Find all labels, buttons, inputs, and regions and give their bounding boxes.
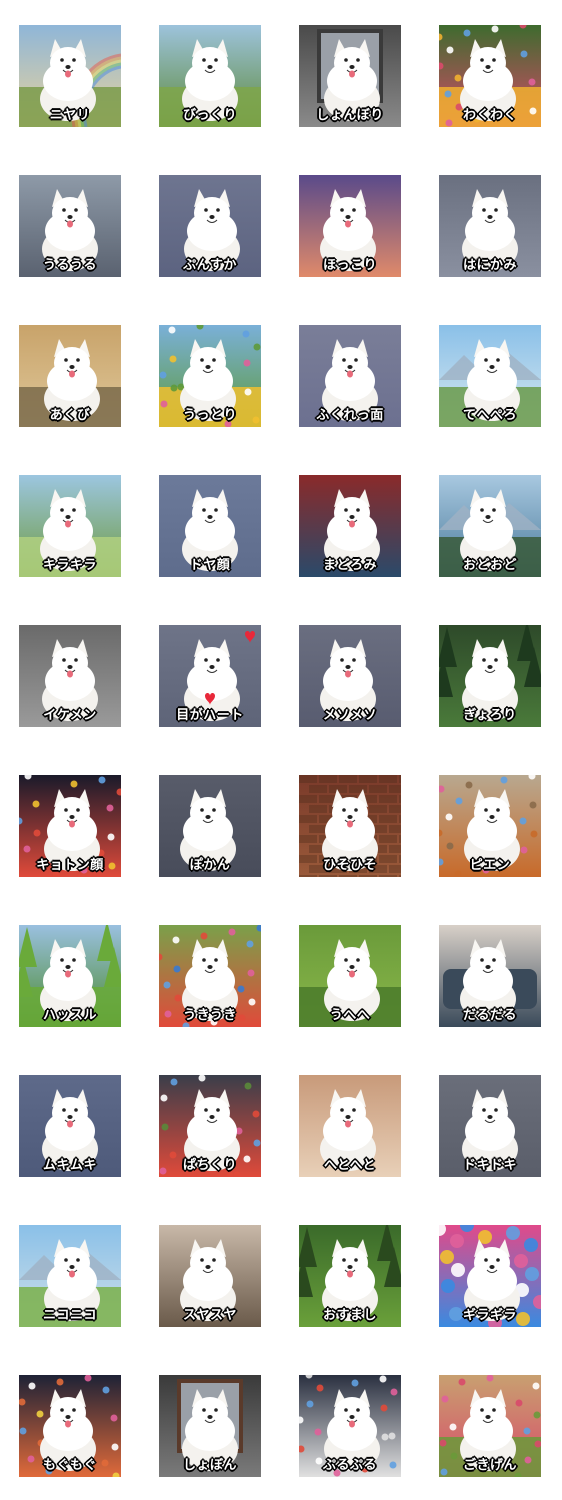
sticker-caption: わくわく [462,108,517,123]
sticker-caption: ひそひそ [322,858,377,873]
sticker-caption: ドヤ顔 [189,558,231,573]
sticker-caption: イケメン [43,708,97,723]
sticker-caption: うきうき [183,1008,237,1023]
sticker-caption: うっとり [182,408,237,423]
sticker-caption: ふくれっ面 [316,408,384,423]
sticker-tile[interactable]: もぐもぐ [19,1375,121,1477]
sticker-tile[interactable]: ほっこり [299,175,401,277]
sticker-caption: メソメソ [322,708,377,723]
sticker-tile[interactable]: ムキムキ [19,1075,121,1177]
sticker-caption: もぐもぐ [42,1458,97,1473]
sticker-caption: ピエン [469,858,511,873]
sticker-tile[interactable]: ニコニコ [19,1225,121,1327]
sticker-tile[interactable]: メソメソ [299,625,401,727]
sticker-caption: キラキラ [42,558,97,573]
sticker-caption: ニヤリ [49,108,91,123]
sticker-tile[interactable]: はにかみ [439,175,541,277]
sticker-tile[interactable]: ギラギラ [439,1225,541,1327]
sticker-caption: ぷんすか [183,258,237,273]
sticker-caption: ぽかん [189,858,231,873]
sticker-tile[interactable]: うへへ [299,925,401,1027]
sticker-caption: うるうる [42,258,97,273]
sticker-tile[interactable]: ピエン [439,775,541,877]
sticker-tile[interactable]: うっとり [159,325,261,427]
sticker-tile[interactable]: ドキドキ [439,1075,541,1177]
sticker-tile[interactable]: うきうき [159,925,261,1027]
sticker-tile[interactable]: キラキラ [19,475,121,577]
sticker-caption: ハッスル [42,1008,97,1023]
sticker-tile[interactable]: ぽかん [159,775,261,877]
sticker-tile[interactable]: ぷるぷる [299,1375,401,1477]
sticker-caption: ドキドキ [462,1158,517,1173]
sticker-tile[interactable]: うるうる [19,175,121,277]
sticker-caption: だるだる [462,1008,517,1023]
sticker-caption: はにかみ [462,258,517,273]
sticker-tile[interactable]: イケメン [19,625,121,727]
sticker-caption: スヤスヤ [182,1308,237,1323]
sticker-caption: ニコニコ [42,1308,97,1323]
sticker-tile[interactable]: しょんぼり [299,25,401,127]
sticker-caption: ギラギラ [462,1308,517,1323]
sticker-tile[interactable]: ぱちくり [159,1075,261,1177]
sticker-caption: キョトン顔 [36,858,104,873]
sticker-caption: ぷるぷる [322,1458,377,1473]
sticker-caption: ぎょろり [463,708,517,723]
sticker-tile[interactable]: ごきげん [439,1375,541,1477]
sticker-caption: へとへと [323,1158,377,1173]
sticker-tile[interactable]: ニヤリ [19,25,121,127]
sticker-caption: うへへ [329,1008,371,1023]
sticker-caption: おどおど [462,558,517,573]
sticker-caption: ほっこり [322,258,377,273]
sticker-caption: ごきげん [462,1458,517,1473]
sticker-caption: しょぼん [182,1458,237,1473]
sticker-tile[interactable]: びっくり [159,25,261,127]
sticker-tile[interactable]: あくび [19,325,121,427]
sticker-caption: しょんぼり [316,108,384,123]
sticker-tile[interactable]: ふくれっ面 [299,325,401,427]
sticker-tile[interactable]: 目がハート [159,625,261,727]
sticker-tile[interactable]: まどろみ [299,475,401,577]
sticker-tile[interactable]: へとへと [299,1075,401,1177]
sticker-tile[interactable]: ひそひそ [299,775,401,877]
sticker-caption: おすまし [322,1308,377,1323]
sticker-tile[interactable]: わくわく [439,25,541,127]
sticker-caption: まどろみ [322,558,377,573]
sticker-tile[interactable]: ドヤ顔 [159,475,261,577]
sticker-tile[interactable]: しょぼん [159,1375,261,1477]
sticker-tile[interactable]: ぎょろり [439,625,541,727]
sticker-caption: ムキムキ [42,1158,97,1173]
sticker-caption: てへぺろ [462,408,517,423]
sticker-grid: ニヤリ びっくり しょんぼり わくわくうるうる ぷんすか ほっこり はにかみあくび うっとり ふ… [0,0,562,1500]
sticker-caption: あくび [49,408,91,423]
sticker-tile[interactable]: キョトン顔 [19,775,121,877]
sticker-caption: びっくり [182,108,237,123]
sticker-tile[interactable]: おどおど [439,475,541,577]
sticker-caption: ぱちくり [182,1158,237,1173]
sticker-tile[interactable]: だるだる [439,925,541,1027]
sticker-tile[interactable]: ぷんすか [159,175,261,277]
sticker-tile[interactable]: てへぺろ [439,325,541,427]
sticker-caption: 目がハート [176,708,244,723]
sticker-tile[interactable]: おすまし [299,1225,401,1327]
sticker-tile[interactable]: ハッスル [19,925,121,1027]
sticker-tile[interactable]: スヤスヤ [159,1225,261,1327]
